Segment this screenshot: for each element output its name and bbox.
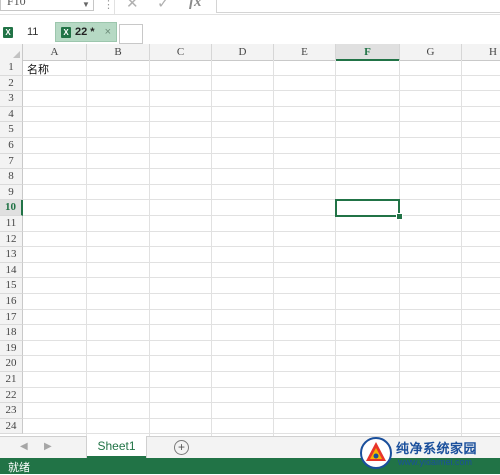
gridline: [23, 137, 500, 138]
formula-bar: F10 ▼ ⋮ ✕ ✓ fx: [0, 0, 500, 15]
row-header-4[interactable]: 4: [0, 106, 23, 123]
row-header-14[interactable]: 14: [0, 262, 23, 279]
gridline: [23, 199, 500, 201]
gridline: [23, 339, 500, 341]
new-workbook-tab-button[interactable]: [119, 24, 143, 44]
gridline: [23, 121, 500, 123]
selected-cell-f10[interactable]: [335, 199, 400, 217]
workbook-tab-bar: X 11 X 22 * ×: [0, 22, 500, 44]
gridline: [273, 60, 274, 436]
row-header-12[interactable]: 12: [0, 231, 23, 248]
gridline: [23, 293, 500, 294]
spreadsheet-grid[interactable]: ABCDEFGH 1 2 3 4 5 6 7 8 9 10 11 12 13 14 15 16 17 18 19 20…: [0, 44, 500, 436]
gridline: [23, 371, 500, 372]
watermark-logo-icon: [360, 437, 392, 469]
formula-bar-grip-icon: ⋮: [103, 0, 114, 11]
watermark: 纯净系统家园 www.yidaimei.com: [360, 435, 500, 471]
excel-icon: X: [3, 26, 13, 38]
row-header-15[interactable]: 15: [0, 278, 23, 294]
row-header-10[interactable]: 10: [0, 200, 23, 216]
row-header-20[interactable]: 20: [0, 356, 23, 372]
column-header-a[interactable]: A: [23, 44, 87, 60]
gridline: [23, 355, 500, 357]
sheet-tab-sheet1[interactable]: Sheet1: [87, 436, 146, 458]
formula-input[interactable]: [216, 0, 500, 13]
name-box[interactable]: F10: [0, 0, 94, 11]
row-header-3[interactable]: 3: [0, 91, 23, 107]
gridline: [23, 324, 500, 326]
column-header-c[interactable]: C: [150, 44, 212, 60]
gridline: [23, 152, 500, 154]
gridline: [23, 230, 500, 232]
row-header-11[interactable]: 11: [0, 216, 23, 232]
column-header-row: ABCDEFGH: [0, 44, 500, 61]
scroll-sheets-right-icon[interactable]: ▶: [44, 441, 52, 452]
row-header-19[interactable]: 19: [0, 340, 23, 357]
close-tab-icon[interactable]: ×: [105, 26, 111, 38]
row-header-8[interactable]: 8: [0, 169, 23, 185]
row-header-9[interactable]: 9: [0, 184, 23, 201]
cancel-icon[interactable]: ✕: [126, 0, 139, 12]
gridline: [23, 402, 500, 404]
column-header-h[interactable]: H: [462, 44, 500, 60]
gridline: [23, 386, 500, 388]
gridline: [23, 183, 500, 185]
row-header-24[interactable]: 24: [0, 418, 23, 435]
watermark-url: www.yidaimei.com: [398, 457, 473, 467]
select-all-button[interactable]: [0, 44, 23, 60]
watermark-title: 纯净系统家园: [396, 441, 478, 456]
add-sheet-button[interactable]: +: [174, 440, 189, 455]
cell-a1[interactable]: 名称: [27, 61, 49, 77]
formula-bar-divider: [114, 0, 115, 14]
status-text: 就绪: [8, 462, 30, 474]
row-header-16[interactable]: 16: [0, 294, 23, 310]
row-header-2[interactable]: 2: [0, 75, 23, 92]
column-header-b[interactable]: B: [87, 44, 150, 60]
gridline: [23, 90, 500, 92]
row-header-23[interactable]: 23: [0, 403, 23, 419]
insert-function-icon[interactable]: fx: [189, 0, 202, 11]
row-header-18[interactable]: 18: [0, 325, 23, 341]
workbook-tab-label: 22 *: [75, 26, 95, 38]
workbook-tab-22[interactable]: X 22 * ×: [55, 22, 117, 42]
gridline: [149, 60, 150, 436]
gridline: [23, 215, 500, 216]
gridline: [23, 168, 500, 170]
gridline: [23, 417, 500, 419]
gridline: [211, 60, 212, 436]
gridline: [23, 308, 500, 310]
gridline: [335, 60, 336, 436]
gridline: [23, 261, 500, 263]
scroll-sheets-left-icon[interactable]: ◀: [20, 441, 28, 452]
name-box-dropdown-icon[interactable]: ▼: [82, 0, 90, 9]
row-header-22[interactable]: 22: [0, 387, 23, 404]
workbook-tab-11[interactable]: X 11: [0, 22, 52, 42]
gridline: [23, 74, 500, 76]
row-header-21[interactable]: 21: [0, 372, 23, 388]
gridline: [399, 60, 400, 436]
gridline: [23, 105, 500, 107]
row-header-5[interactable]: 5: [0, 122, 23, 138]
enter-icon[interactable]: ✓: [157, 0, 170, 12]
column-header-g[interactable]: G: [400, 44, 462, 60]
column-header-e[interactable]: E: [274, 44, 336, 60]
workbook-tab-label: 11: [27, 26, 39, 38]
column-header-f[interactable]: F: [336, 44, 400, 61]
row-header-17[interactable]: 17: [0, 309, 23, 326]
row-header-6[interactable]: 6: [0, 138, 23, 154]
gridline: [23, 277, 500, 279]
gridline: [23, 246, 500, 248]
gridline: [86, 60, 87, 436]
column-header-d[interactable]: D: [212, 44, 274, 60]
row-header-1[interactable]: 1: [0, 60, 23, 76]
excel-icon: X: [61, 26, 71, 38]
row-header-13[interactable]: 13: [0, 247, 23, 263]
gridline: [461, 60, 462, 436]
row-header-7[interactable]: 7: [0, 153, 23, 170]
fill-handle[interactable]: [396, 213, 403, 220]
